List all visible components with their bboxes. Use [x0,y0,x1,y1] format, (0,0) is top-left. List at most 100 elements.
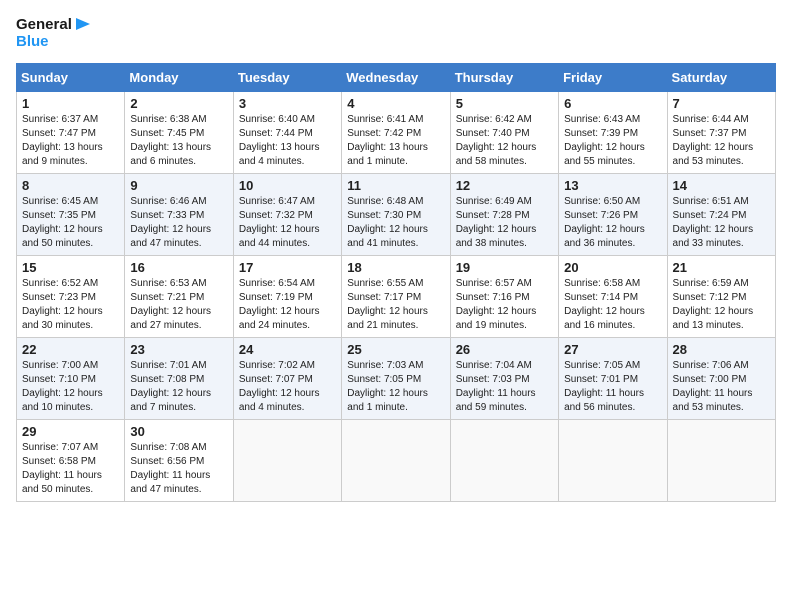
day-cell: 19 Sunrise: 6:57 AMSunset: 7:16 PMDaylig… [450,255,558,337]
day-info: Sunrise: 6:52 AMSunset: 7:23 PMDaylight:… [22,277,119,333]
day-cell: 22 Sunrise: 7:00 AMSunset: 7:10 PMDaylig… [17,337,125,419]
day-cell: 8 Sunrise: 6:45 AMSunset: 7:35 PMDayligh… [17,173,125,255]
day-number: 27 [564,342,661,357]
day-number: 1 [22,96,119,111]
day-number: 19 [456,260,553,275]
day-number: 2 [130,96,227,111]
day-cell: 17 Sunrise: 6:54 AMSunset: 7:19 PMDaylig… [233,255,341,337]
week-row-2: 8 Sunrise: 6:45 AMSunset: 7:35 PMDayligh… [17,173,776,255]
day-info: Sunrise: 6:49 AMSunset: 7:28 PMDaylight:… [456,195,553,251]
day-cell [667,419,775,501]
week-row-4: 22 Sunrise: 7:00 AMSunset: 7:10 PMDaylig… [17,337,776,419]
day-number: 30 [130,424,227,439]
day-number: 29 [22,424,119,439]
day-cell: 24 Sunrise: 7:02 AMSunset: 7:07 PMDaylig… [233,337,341,419]
day-info: Sunrise: 6:48 AMSunset: 7:30 PMDaylight:… [347,195,444,251]
day-cell: 14 Sunrise: 6:51 AMSunset: 7:24 PMDaylig… [667,173,775,255]
day-info: Sunrise: 6:42 AMSunset: 7:40 PMDaylight:… [456,113,553,169]
day-cell: 7 Sunrise: 6:44 AMSunset: 7:37 PMDayligh… [667,91,775,173]
day-number: 20 [564,260,661,275]
week-row-5: 29 Sunrise: 7:07 AMSunset: 6:58 PMDaylig… [17,419,776,501]
day-cell: 23 Sunrise: 7:01 AMSunset: 7:08 PMDaylig… [125,337,233,419]
day-cell: 13 Sunrise: 6:50 AMSunset: 7:26 PMDaylig… [559,173,667,255]
day-number: 5 [456,96,553,111]
day-number: 21 [673,260,770,275]
day-cell: 30 Sunrise: 7:08 AMSunset: 6:56 PMDaylig… [125,419,233,501]
day-cell: 18 Sunrise: 6:55 AMSunset: 7:17 PMDaylig… [342,255,450,337]
day-info: Sunrise: 6:47 AMSunset: 7:32 PMDaylight:… [239,195,336,251]
day-cell: 26 Sunrise: 7:04 AMSunset: 7:03 PMDaylig… [450,337,558,419]
weekday-header-monday: Monday [125,63,233,91]
weekday-header-wednesday: Wednesday [342,63,450,91]
day-info: Sunrise: 6:45 AMSunset: 7:35 PMDaylight:… [22,195,119,251]
day-number: 4 [347,96,444,111]
weekday-header-row: SundayMondayTuesdayWednesdayThursdayFrid… [17,63,776,91]
day-cell: 9 Sunrise: 6:46 AMSunset: 7:33 PMDayligh… [125,173,233,255]
week-row-3: 15 Sunrise: 6:52 AMSunset: 7:23 PMDaylig… [17,255,776,337]
logo-flag-icon [74,16,92,34]
logo: General Blue [16,16,92,51]
calendar-table: SundayMondayTuesdayWednesdayThursdayFrid… [16,63,776,502]
day-number: 22 [22,342,119,357]
day-info: Sunrise: 7:07 AMSunset: 6:58 PMDaylight:… [22,441,119,497]
day-number: 9 [130,178,227,193]
day-cell: 3 Sunrise: 6:40 AMSunset: 7:44 PMDayligh… [233,91,341,173]
day-cell: 5 Sunrise: 6:42 AMSunset: 7:40 PMDayligh… [450,91,558,173]
day-cell: 12 Sunrise: 6:49 AMSunset: 7:28 PMDaylig… [450,173,558,255]
day-cell [559,419,667,501]
day-info: Sunrise: 6:37 AMSunset: 7:47 PMDaylight:… [22,113,119,169]
weekday-header-sunday: Sunday [17,63,125,91]
day-cell: 16 Sunrise: 6:53 AMSunset: 7:21 PMDaylig… [125,255,233,337]
day-info: Sunrise: 6:43 AMSunset: 7:39 PMDaylight:… [564,113,661,169]
day-info: Sunrise: 6:55 AMSunset: 7:17 PMDaylight:… [347,277,444,333]
day-number: 17 [239,260,336,275]
day-cell: 29 Sunrise: 7:07 AMSunset: 6:58 PMDaylig… [17,419,125,501]
weekday-header-thursday: Thursday [450,63,558,91]
day-number: 28 [673,342,770,357]
day-info: Sunrise: 6:51 AMSunset: 7:24 PMDaylight:… [673,195,770,251]
page-header: General Blue [16,16,776,51]
day-cell: 6 Sunrise: 6:43 AMSunset: 7:39 PMDayligh… [559,91,667,173]
day-number: 14 [673,178,770,193]
day-cell: 15 Sunrise: 6:52 AMSunset: 7:23 PMDaylig… [17,255,125,337]
day-cell: 2 Sunrise: 6:38 AMSunset: 7:45 PMDayligh… [125,91,233,173]
weekday-header-saturday: Saturday [667,63,775,91]
day-number: 6 [564,96,661,111]
logo-general: General [16,17,72,34]
day-info: Sunrise: 7:03 AMSunset: 7:05 PMDaylight:… [347,359,444,415]
day-info: Sunrise: 6:53 AMSunset: 7:21 PMDaylight:… [130,277,227,333]
day-number: 25 [347,342,444,357]
day-info: Sunrise: 6:57 AMSunset: 7:16 PMDaylight:… [456,277,553,333]
day-info: Sunrise: 6:58 AMSunset: 7:14 PMDaylight:… [564,277,661,333]
day-number: 3 [239,96,336,111]
day-number: 8 [22,178,119,193]
day-cell: 25 Sunrise: 7:03 AMSunset: 7:05 PMDaylig… [342,337,450,419]
day-info: Sunrise: 6:54 AMSunset: 7:19 PMDaylight:… [239,277,336,333]
day-info: Sunrise: 6:59 AMSunset: 7:12 PMDaylight:… [673,277,770,333]
day-info: Sunrise: 7:00 AMSunset: 7:10 PMDaylight:… [22,359,119,415]
day-number: 7 [673,96,770,111]
day-info: Sunrise: 6:38 AMSunset: 7:45 PMDaylight:… [130,113,227,169]
day-number: 10 [239,178,336,193]
weekday-header-friday: Friday [559,63,667,91]
day-info: Sunrise: 7:05 AMSunset: 7:01 PMDaylight:… [564,359,661,415]
logo-blue: Blue [16,34,92,51]
day-info: Sunrise: 7:08 AMSunset: 6:56 PMDaylight:… [130,441,227,497]
weekday-header-tuesday: Tuesday [233,63,341,91]
day-cell: 4 Sunrise: 6:41 AMSunset: 7:42 PMDayligh… [342,91,450,173]
day-info: Sunrise: 7:06 AMSunset: 7:00 PMDaylight:… [673,359,770,415]
day-number: 18 [347,260,444,275]
day-number: 23 [130,342,227,357]
day-cell: 28 Sunrise: 7:06 AMSunset: 7:00 PMDaylig… [667,337,775,419]
day-cell: 27 Sunrise: 7:05 AMSunset: 7:01 PMDaylig… [559,337,667,419]
day-cell: 1 Sunrise: 6:37 AMSunset: 7:47 PMDayligh… [17,91,125,173]
day-number: 15 [22,260,119,275]
day-cell [233,419,341,501]
week-row-1: 1 Sunrise: 6:37 AMSunset: 7:47 PMDayligh… [17,91,776,173]
day-info: Sunrise: 7:04 AMSunset: 7:03 PMDaylight:… [456,359,553,415]
day-info: Sunrise: 6:41 AMSunset: 7:42 PMDaylight:… [347,113,444,169]
day-info: Sunrise: 6:46 AMSunset: 7:33 PMDaylight:… [130,195,227,251]
day-cell: 10 Sunrise: 6:47 AMSunset: 7:32 PMDaylig… [233,173,341,255]
day-info: Sunrise: 7:01 AMSunset: 7:08 PMDaylight:… [130,359,227,415]
day-number: 26 [456,342,553,357]
